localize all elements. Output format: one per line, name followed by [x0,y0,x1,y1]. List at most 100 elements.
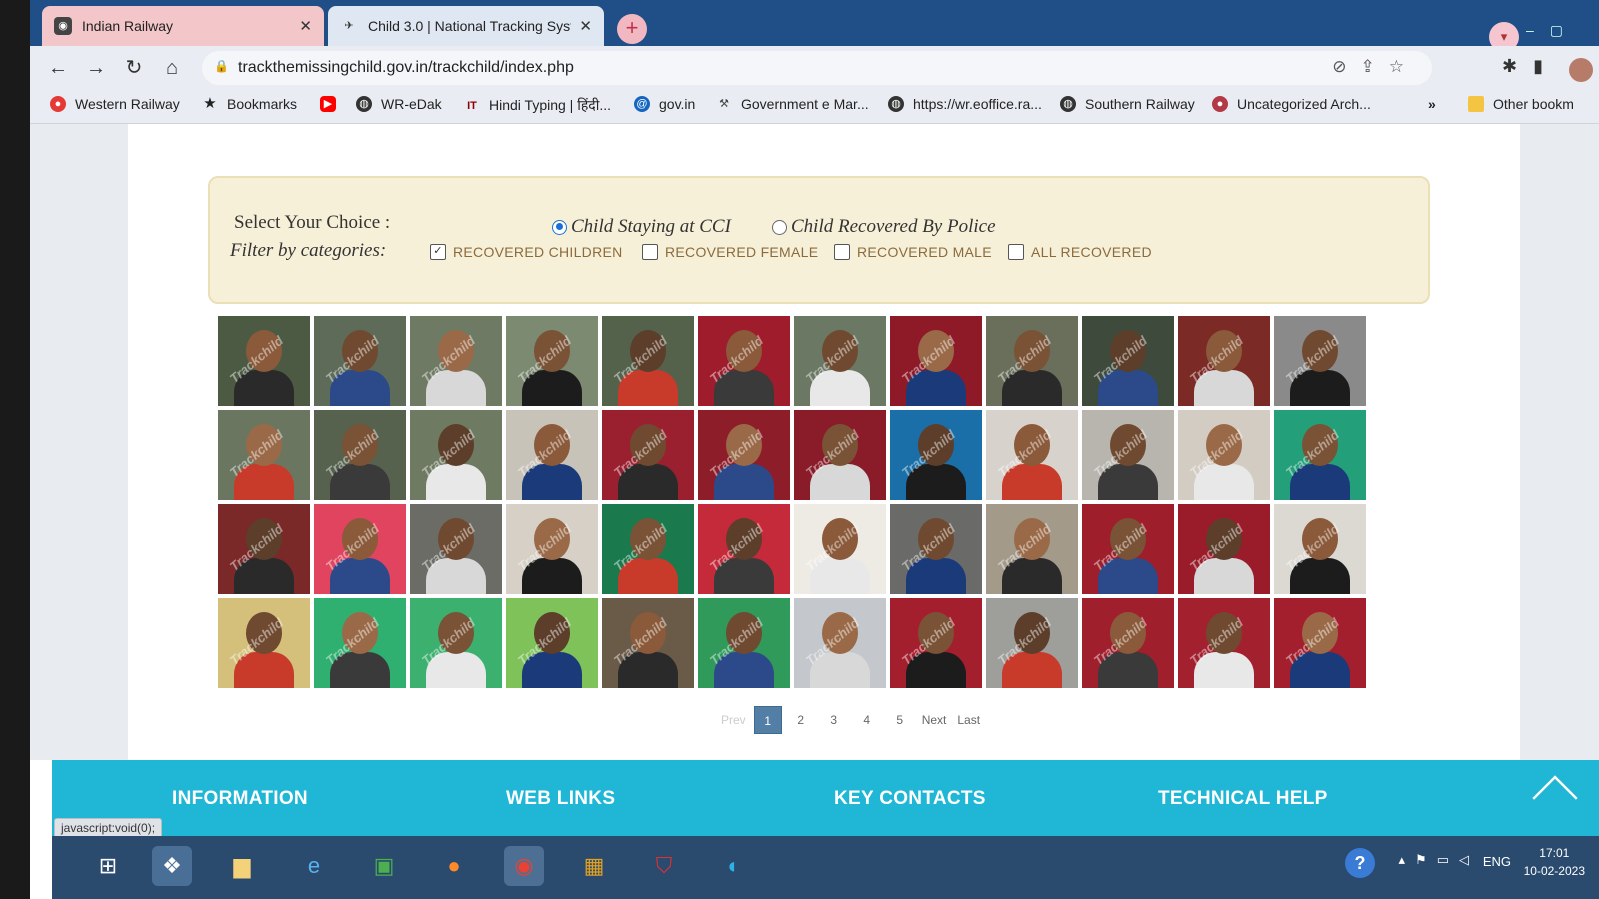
back-icon[interactable]: ← [42,52,74,84]
child-photo[interactable]: Trackchild [698,316,790,406]
checkbox-recovered-male[interactable]: RECOVERED MALE [834,244,992,260]
child-photo[interactable]: Trackchild [218,598,310,688]
window-controls[interactable]: –▢ [1526,22,1579,39]
child-photo[interactable]: Trackchild [506,410,598,500]
child-photo[interactable]: Trackchild [218,504,310,594]
help-icon[interactable]: ? [1345,848,1375,878]
page-1-button[interactable]: 1 [753,706,782,734]
child-photo[interactable]: Trackchild [1274,316,1366,406]
child-photo[interactable]: Trackchild [890,598,982,688]
child-photo[interactable]: Trackchild [314,598,406,688]
close-icon[interactable]: ✕ [299,17,312,35]
child-photo[interactable]: Trackchild [890,316,982,406]
page-4-button[interactable]: 4 [853,706,881,734]
firefox-icon[interactable]: ● [434,846,474,886]
bookmark-youtube[interactable]: ▶ [320,96,345,112]
child-photo[interactable]: Trackchild [1082,504,1174,594]
bookmark-southern-railway[interactable]: ◍ Southern Railway [1060,96,1195,112]
checkbox-box[interactable] [642,244,658,260]
child-photo[interactable]: Trackchild [794,316,886,406]
bookmark-gov-in[interactable]: @ gov.in [634,96,695,112]
close-icon[interactable]: ✕ [579,17,592,35]
chrome-icon[interactable]: ◉ [504,846,544,886]
more-bookmarks-icon[interactable]: » [1428,96,1436,112]
child-photo[interactable]: Trackchild [794,598,886,688]
footer-technical-help[interactable]: TECHNICAL HELP [1158,788,1328,810]
checkbox-recovered-children[interactable]: ✓ RECOVERED CHILDREN [430,244,623,260]
child-photo[interactable]: Trackchild [602,410,694,500]
child-photo[interactable]: Trackchild [1274,504,1366,594]
home-icon[interactable]: ⌂ [156,52,188,84]
file-explorer-icon[interactable]: ▆ [222,846,262,886]
page-2-button[interactable]: 2 [787,706,815,734]
radio-child-staying-cci[interactable]: Child Staying at CCI [552,216,731,238]
child-photo[interactable]: Trackchild [986,598,1078,688]
bookmark-folder[interactable]: ★ Bookmarks [202,96,297,113]
taskbar-clock[interactable]: 17:01 10-02-2023 [1524,844,1585,880]
footer-key-contacts[interactable]: KEY CONTACTS [834,788,986,810]
forward-icon[interactable]: → [80,52,112,84]
child-photo[interactable]: Trackchild [1178,598,1270,688]
child-photo[interactable]: Trackchild [218,316,310,406]
child-photo[interactable]: Trackchild [1082,316,1174,406]
next-page-button[interactable]: Next [919,706,950,734]
radio-dot[interactable] [552,219,567,235]
child-photo[interactable]: Trackchild [794,410,886,500]
checkbox-box[interactable] [1008,244,1024,260]
child-photo[interactable]: Trackchild [506,598,598,688]
store-icon[interactable]: ▣ [364,846,404,886]
child-photo[interactable]: Trackchild [986,316,1078,406]
child-photo[interactable]: Trackchild [698,598,790,688]
child-photo[interactable]: Trackchild [410,504,502,594]
scroll-to-top-icon[interactable] [1532,775,1578,821]
child-photo[interactable]: Trackchild [1082,598,1174,688]
child-photo[interactable]: Trackchild [314,504,406,594]
child-photo[interactable]: Trackchild [1274,598,1366,688]
last-page-button[interactable]: Last [954,706,983,734]
bookmark-gem[interactable]: ⚒ Government e Mar... [716,96,869,112]
bookmark-uncategorized[interactable]: ● Uncategorized Arch... [1212,96,1371,112]
tab-trackchild[interactable]: ✈ Child 3.0 | National Tracking Syst ✕ [328,6,604,46]
bookmark-western-railway[interactable]: ● Western Railway [50,96,180,112]
child-photo[interactable]: Trackchild [986,410,1078,500]
page-5-button[interactable]: 5 [886,706,914,734]
footer-web-links[interactable]: WEB LINKS [506,788,615,810]
radio-child-recovered-police[interactable]: Child Recovered By Police [772,216,996,238]
windows-start-icon[interactable]: ⊞ [88,846,128,886]
child-photo[interactable]: Trackchild [890,504,982,594]
url-text[interactable]: trackthemissingchild.gov.in/trackchild/i… [238,59,574,77]
child-photo[interactable]: Trackchild [890,410,982,500]
omnibox-actions[interactable]: ⊘⇪☆ [1332,57,1418,77]
child-photo[interactable]: Trackchild [602,598,694,688]
internet-explorer-icon[interactable]: e [294,846,334,886]
checkbox-box[interactable]: ✓ [430,244,446,260]
checkbox-all-recovered[interactable]: ALL RECOVERED [1008,244,1152,260]
language-indicator[interactable]: ENG [1483,854,1511,869]
bookmark-hindi-typing[interactable]: IT Hindi Typing | हिंदी... [464,96,611,115]
child-photo[interactable]: Trackchild [1274,410,1366,500]
edge-icon[interactable]: ◐ [714,846,754,886]
child-photo[interactable]: Trackchild [986,504,1078,594]
child-photo[interactable]: Trackchild [314,410,406,500]
reload-icon[interactable]: ↻ [118,52,150,84]
child-photo[interactable]: Trackchild [698,504,790,594]
child-photo[interactable]: Trackchild [794,504,886,594]
bookmark-wr-edak[interactable]: ◍ WR-eDak [356,96,442,112]
address-bar[interactable]: 🔒 trackthemissingchild.gov.in/trackchild… [202,51,1432,85]
child-photo[interactable]: Trackchild [506,316,598,406]
child-photo[interactable]: Trackchild [1178,410,1270,500]
child-photo[interactable]: Trackchild [218,410,310,500]
page-3-button[interactable]: 3 [820,706,848,734]
child-photo[interactable]: Trackchild [410,410,502,500]
child-photo[interactable]: Trackchild [1178,316,1270,406]
tab-indian-railway[interactable]: ◉ Indian Railway ✕ [42,6,324,46]
radio-dot[interactable] [772,219,787,235]
photos-app-icon[interactable]: ▦ [574,846,614,886]
child-photo[interactable]: Trackchild [602,316,694,406]
child-photo[interactable]: Trackchild [602,504,694,594]
child-photo[interactable]: Trackchild [506,504,598,594]
avatar[interactable] [1569,58,1593,82]
system-tray-icons[interactable]: ▴⚑▭◁ [1399,852,1479,868]
child-photo[interactable]: Trackchild [410,598,502,688]
dropbox-icon[interactable]: ❖ [152,846,192,886]
